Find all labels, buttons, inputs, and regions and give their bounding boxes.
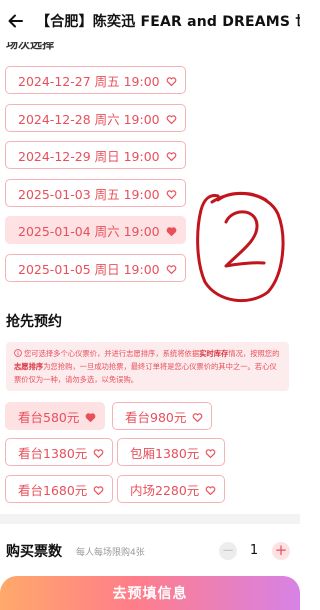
top-bar: 【合肥】陈奕迅 FEAR and DREAMS 世界巡回演唱会 (0, 0, 300, 42)
heart-outline-icon (93, 484, 104, 495)
heart-outline-icon (166, 113, 177, 124)
session-option-selected[interactable]: 2025-01-04 周六 19:00 (5, 216, 186, 244)
price-label: 看台980元 (125, 409, 187, 425)
session-option[interactable]: 2024-12-29 周日 19:00 (5, 141, 186, 169)
session-label: 2025-01-04 周六 19:00 (18, 223, 160, 239)
session-option[interactable]: 2024-12-28 周六 19:00 (5, 104, 186, 132)
notice-highlight: 志愿排序 (14, 362, 44, 371)
session-label: 2025-01-05 周日 19:00 (18, 261, 160, 277)
price-option-selected[interactable]: 看台580元 (5, 402, 106, 430)
heart-filled-icon (85, 411, 96, 422)
heart-outline-icon (205, 447, 216, 458)
session-label: 2024-12-28 周六 19:00 (18, 111, 160, 127)
session-label: 2024-12-29 周日 19:00 (18, 148, 160, 164)
page-title: 【合肥】陈奕迅 FEAR and DREAMS 世界巡回演唱会 (36, 14, 300, 30)
notice-text: 为您抢购，一旦成功抢票，最终订单将是您心仪票价的其中之一。若心仪票价仅为一种，请… (14, 362, 277, 384)
session-option[interactable]: 2025-01-05 周日 19:00 (5, 254, 186, 282)
heart-outline-icon (166, 150, 177, 161)
presale-section-title: 抢先预约 (6, 314, 62, 330)
price-option[interactable]: 看台1380元 (5, 438, 114, 466)
quantity-limit-hint: 每人每场限购4张 (76, 548, 145, 558)
price-label: 看台1380元 (18, 445, 88, 461)
handwritten-annotation-circle (196, 191, 285, 303)
price-label: 包厢1380元 (130, 445, 200, 461)
price-option[interactable]: 看台1680元 (5, 475, 114, 503)
heart-outline-icon (205, 484, 216, 495)
price-label: 看台1680元 (18, 482, 88, 498)
quantity-label: 购买票数 (6, 544, 62, 560)
presale-notice: 您可选择多个心仪票价，并进行志愿排序，系统将依据实时库存情况，按照您的志愿排序为… (6, 342, 289, 391)
heart-outline-icon (166, 75, 177, 86)
heart-outline-icon (192, 411, 203, 422)
heart-filled-icon (166, 225, 177, 236)
heart-outline-icon (166, 263, 177, 274)
quantity-increase-button[interactable]: + (272, 542, 290, 560)
session-label: 2024-12-27 周五 19:00 (18, 73, 160, 89)
price-label: 内场2280元 (130, 482, 200, 498)
info-icon (14, 348, 22, 357)
notice-text: 情况，按照您的 (228, 349, 280, 358)
price-option[interactable]: 内场2280元 (117, 475, 226, 503)
price-option[interactable]: 看台980元 (112, 402, 213, 430)
notice-text: 您可选择多个心仪票价，并进行志愿排序，系统将依据 (24, 349, 200, 358)
quantity-decrease-button[interactable]: − (219, 542, 237, 560)
prefill-info-button[interactable]: 去预填信息 (0, 576, 300, 610)
heart-outline-icon (166, 188, 177, 199)
session-option[interactable]: 2025-01-03 周五 19:00 (5, 179, 186, 207)
price-label: 看台580元 (18, 409, 80, 425)
quantity-value: 1 (249, 543, 259, 558)
notice-highlight: 实时库存 (199, 349, 229, 358)
heart-outline-icon (93, 447, 104, 458)
session-label: 2025-01-03 周五 19:00 (18, 186, 160, 202)
price-option[interactable]: 包厢1380元 (117, 438, 226, 466)
section-divider (0, 514, 300, 524)
session-option[interactable]: 2024-12-27 周五 19:00 (5, 66, 186, 94)
back-arrow-icon[interactable] (4, 8, 30, 34)
